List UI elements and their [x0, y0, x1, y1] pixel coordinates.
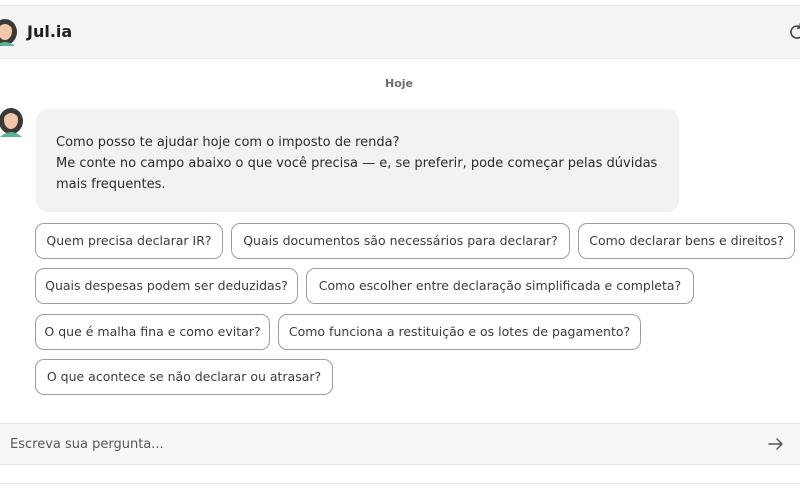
woman-avatar-icon: [0, 19, 17, 46]
suggestion-chip-documentos[interactable]: Quais documentos são necessários para de…: [231, 223, 570, 259]
message-line: Como posso te ajudar hoje com o imposto …: [56, 135, 400, 150]
suggestion-chip-bens-direitos[interactable]: Como declarar bens e direitos?: [578, 223, 795, 259]
bottom-divider: [0, 483, 800, 484]
assistant-message-bubble: Como posso te ajudar hoje com o imposto …: [36, 109, 679, 212]
suggestion-chip-simplificada-completa[interactable]: Como escolher entre declaração simplific…: [306, 268, 694, 304]
date-separator: Hoje: [385, 77, 413, 90]
question-input[interactable]: [10, 424, 750, 464]
suggestion-chip-quem-precisa[interactable]: Quem precisa declarar IR?: [35, 223, 223, 259]
suggestion-chip-malha-fina[interactable]: O que é malha fina e como evitar?: [35, 314, 270, 350]
chat-header: Jul.ia: [0, 6, 800, 59]
suggestion-chip-despesas[interactable]: Quais despesas podem ser deduzidas?: [35, 268, 298, 304]
chat-window: Jul.ia Hoje Como posso te ajudar hoje co…: [0, 0, 800, 500]
message-line: Me conte no campo abaixo o que você prec…: [56, 156, 658, 171]
message-composer: [0, 423, 800, 465]
assistant-name: Jul.ia: [27, 22, 73, 41]
assistant-avatar-icon: [0, 108, 23, 137]
arrow-right-icon[interactable]: [768, 437, 784, 451]
suggestion-chip-atrasar[interactable]: O que acontece se não declarar ou atrasa…: [35, 359, 333, 395]
suggestion-chip-restituicao[interactable]: Como funciona a restituição e os lotes d…: [278, 314, 641, 350]
message-line: mais frequentes.: [56, 177, 166, 192]
refresh-icon[interactable]: [788, 23, 800, 41]
